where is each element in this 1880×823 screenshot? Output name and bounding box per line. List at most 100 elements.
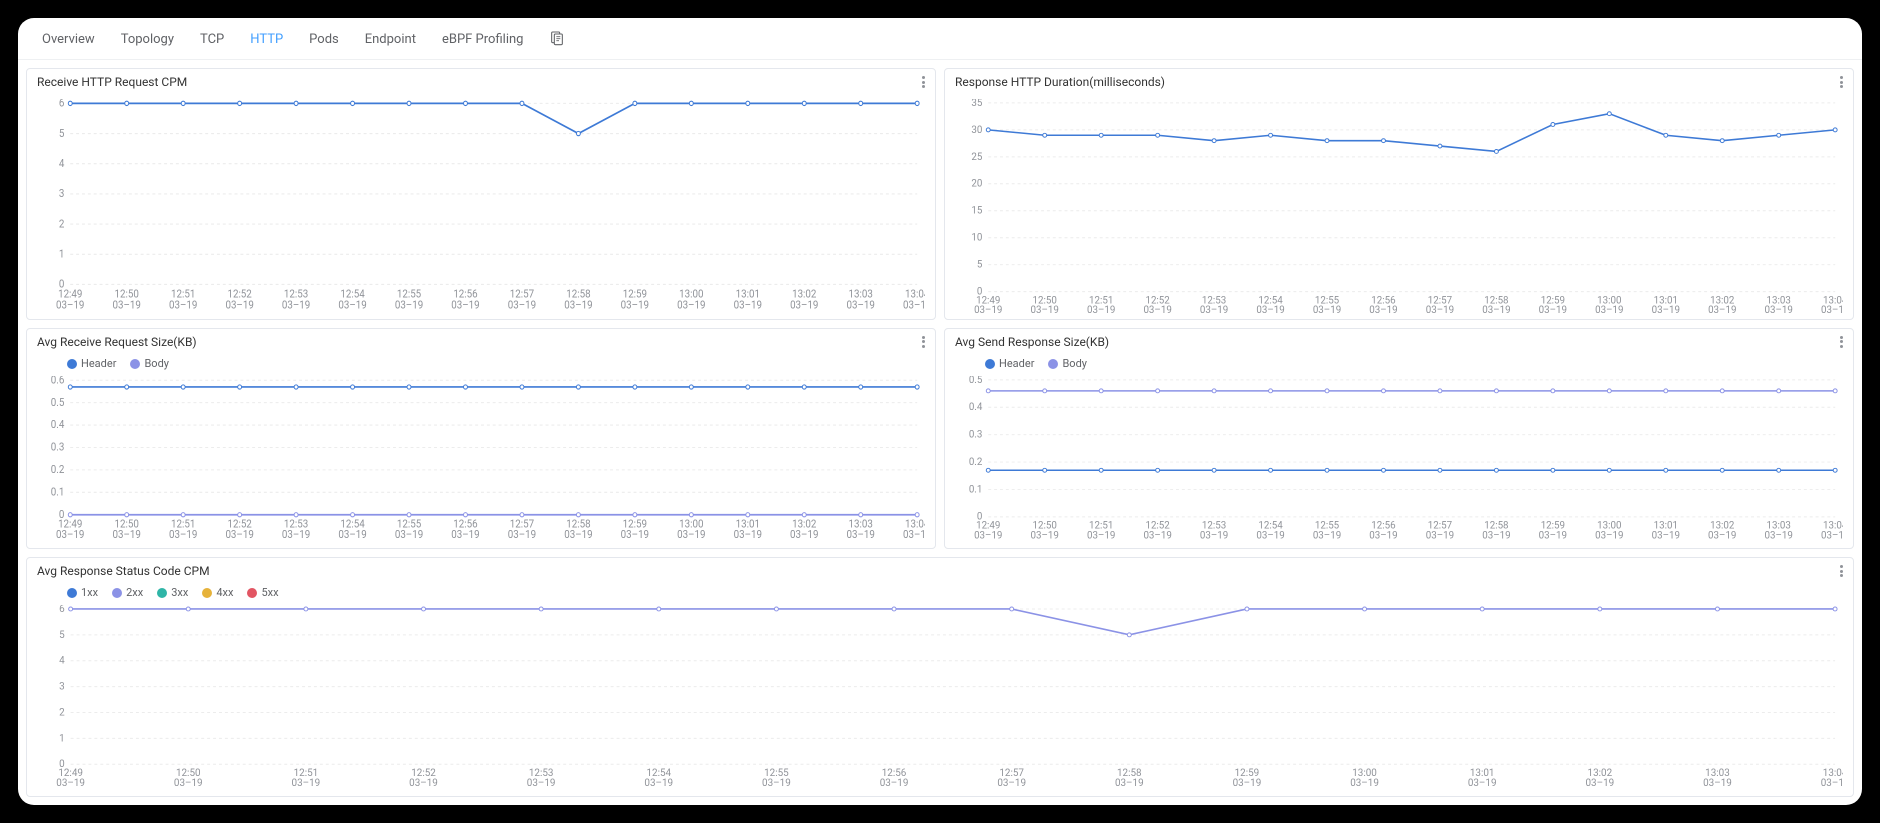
svg-text:03–19: 03–19	[1313, 530, 1341, 541]
svg-text:03–19: 03–19	[1313, 305, 1341, 316]
svg-text:0.3: 0.3	[51, 442, 65, 453]
svg-text:03–19: 03–19	[847, 530, 876, 541]
kebab-menu-icon[interactable]	[922, 336, 925, 348]
svg-text:03–19: 03–19	[564, 530, 593, 541]
chart-area: 0510152025303512:4903–1912:5003–1912:510…	[945, 95, 1853, 323]
legend-item-body[interactable]: Body	[130, 357, 169, 370]
tab-bar: Overview Topology TCP HTTP Pods Endpoint…	[18, 18, 1862, 60]
legend-item-3xx[interactable]: 3xx	[157, 586, 188, 599]
chart-legend: Header Body	[945, 355, 1853, 372]
svg-text:03–19: 03–19	[1200, 305, 1228, 316]
svg-text:03–19: 03–19	[1539, 305, 1567, 316]
svg-text:03–19: 03–19	[225, 298, 254, 312]
tab-endpoint[interactable]: Endpoint	[365, 28, 416, 51]
document-icon[interactable]	[549, 30, 565, 50]
svg-text:03–19: 03–19	[564, 298, 593, 312]
chart-area: 00.10.20.30.40.512:4903–1912:5003–1912:5…	[945, 372, 1853, 548]
svg-text:3: 3	[59, 682, 65, 693]
svg-text:03–19: 03–19	[1765, 530, 1793, 541]
svg-text:03–19: 03–19	[903, 530, 925, 541]
svg-text:03–19: 03–19	[974, 305, 1002, 316]
svg-text:03–19: 03–19	[1821, 778, 1843, 789]
svg-text:4: 4	[59, 156, 65, 170]
svg-text:25: 25	[971, 152, 982, 163]
svg-text:03–19: 03–19	[1652, 305, 1680, 316]
svg-text:03–19: 03–19	[1350, 778, 1379, 789]
svg-text:03–19: 03–19	[677, 298, 706, 312]
legend-item-2xx[interactable]: 2xx	[112, 586, 143, 599]
svg-text:03–19: 03–19	[1708, 305, 1736, 316]
svg-text:03–19: 03–19	[113, 530, 142, 541]
legend-item-header[interactable]: Header	[67, 357, 116, 370]
svg-text:03–19: 03–19	[338, 530, 367, 541]
kebab-menu-icon[interactable]	[922, 76, 925, 88]
tab-http[interactable]: HTTP	[250, 28, 283, 51]
svg-text:0.1: 0.1	[969, 484, 983, 495]
svg-text:03–19: 03–19	[292, 778, 321, 789]
svg-text:0.5: 0.5	[969, 376, 983, 386]
svg-text:03–19: 03–19	[225, 530, 254, 541]
svg-text:03–19: 03–19	[527, 778, 556, 789]
svg-text:35: 35	[971, 99, 982, 109]
svg-text:03–19: 03–19	[1256, 530, 1284, 541]
svg-text:03–19: 03–19	[1087, 305, 1115, 316]
tab-pods[interactable]: Pods	[309, 28, 339, 51]
svg-text:03–19: 03–19	[338, 298, 367, 312]
tab-topology[interactable]: Topology	[121, 28, 174, 51]
svg-text:1: 1	[59, 733, 65, 744]
svg-text:03–19: 03–19	[1652, 530, 1680, 541]
svg-text:03–19: 03–19	[1595, 530, 1623, 541]
svg-text:0.4: 0.4	[969, 402, 983, 413]
legend-item-1xx[interactable]: 1xx	[67, 586, 98, 599]
dashboard-grid: Receive HTTP Request CPM 012345612:4903–…	[18, 60, 1862, 805]
svg-text:03–19: 03–19	[1143, 530, 1171, 541]
tab-overview[interactable]: Overview	[42, 28, 95, 51]
svg-text:0.3: 0.3	[969, 429, 983, 440]
svg-text:03–19: 03–19	[734, 530, 763, 541]
tab-tcp[interactable]: TCP	[200, 28, 224, 51]
svg-text:0.4: 0.4	[51, 420, 65, 431]
kebab-menu-icon[interactable]	[1840, 76, 1843, 88]
svg-text:10: 10	[971, 233, 982, 244]
svg-text:03–19: 03–19	[1482, 530, 1510, 541]
svg-text:03–19: 03–19	[903, 298, 925, 312]
chart-area: 012345612:4903–1912:5003–1912:5103–1912:…	[27, 95, 935, 319]
svg-text:03–19: 03–19	[113, 298, 142, 312]
svg-text:03–19: 03–19	[1765, 305, 1793, 316]
svg-text:03–19: 03–19	[1233, 778, 1262, 789]
panel-title: Avg Receive Request Size(KB)	[37, 335, 197, 349]
svg-text:03–19: 03–19	[56, 298, 85, 312]
svg-text:03–19: 03–19	[1482, 305, 1510, 316]
legend-item-body[interactable]: Body	[1048, 357, 1087, 370]
svg-text:03–19: 03–19	[508, 298, 537, 312]
svg-text:03–19: 03–19	[1426, 530, 1454, 541]
chart-legend: Header Body	[27, 355, 935, 372]
legend-item-5xx[interactable]: 5xx	[247, 586, 278, 599]
panel-title: Receive HTTP Request CPM	[37, 75, 187, 89]
kebab-menu-icon[interactable]	[1840, 565, 1843, 577]
svg-text:03–19: 03–19	[395, 530, 424, 541]
legend-item-header[interactable]: Header	[985, 357, 1034, 370]
chart-area: 00.10.20.30.40.50.612:4903–1912:5003–191…	[27, 372, 935, 548]
svg-text:03–19: 03–19	[1256, 305, 1284, 316]
svg-text:03–19: 03–19	[451, 530, 480, 541]
svg-text:03–19: 03–19	[974, 530, 1002, 541]
svg-text:03–19: 03–19	[508, 530, 537, 541]
svg-text:03–19: 03–19	[621, 530, 650, 541]
svg-text:03–19: 03–19	[56, 778, 85, 789]
svg-text:03–19: 03–19	[1115, 778, 1144, 789]
svg-text:03–19: 03–19	[790, 530, 819, 541]
svg-text:03–19: 03–19	[282, 298, 311, 312]
svg-text:03–19: 03–19	[169, 298, 198, 312]
legend-item-4xx[interactable]: 4xx	[202, 586, 233, 599]
tab-ebpf[interactable]: eBPF Profiling	[442, 28, 524, 51]
svg-text:03–19: 03–19	[1821, 530, 1843, 541]
chart-legend: 1xx 2xx 3xx 4xx 5xx	[27, 584, 1853, 601]
svg-text:03–19: 03–19	[1087, 530, 1115, 541]
panel-avg-send-response-size: Avg Send Response Size(KB) Header Body 0…	[944, 328, 1854, 549]
chart-area: 012345612:4903–1912:5003–1912:5103–1912:…	[27, 601, 1853, 796]
kebab-menu-icon[interactable]	[1840, 336, 1843, 348]
svg-text:20: 20	[971, 179, 982, 190]
svg-text:03–19: 03–19	[997, 778, 1026, 789]
svg-text:6: 6	[59, 605, 65, 615]
